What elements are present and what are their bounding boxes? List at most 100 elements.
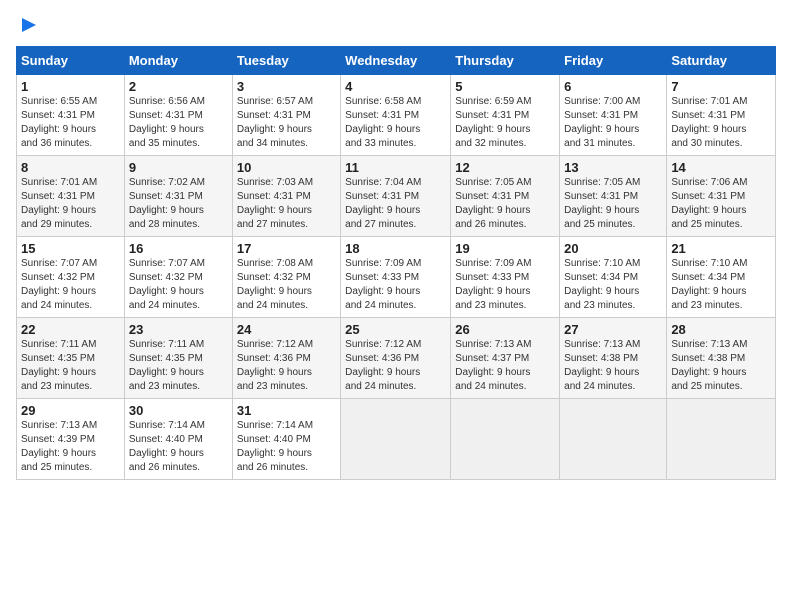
day-info: Sunrise: 7:00 AM Sunset: 4:31 PM Dayligh… (564, 95, 662, 151)
calendar-cell: 27Sunrise: 7:13 AM Sunset: 4:38 PM Dayli… (560, 318, 667, 399)
day-info: Sunrise: 6:58 AM Sunset: 4:31 PM Dayligh… (345, 95, 446, 151)
day-number: 1 (21, 79, 120, 94)
calendar-cell: 3Sunrise: 6:57 AM Sunset: 4:31 PM Daylig… (232, 75, 340, 156)
day-info: Sunrise: 7:13 AM Sunset: 4:38 PM Dayligh… (564, 338, 662, 394)
day-info: Sunrise: 7:06 AM Sunset: 4:31 PM Dayligh… (671, 176, 771, 232)
calendar-cell: 16Sunrise: 7:07 AM Sunset: 4:32 PM Dayli… (124, 237, 232, 318)
day-info: Sunrise: 7:01 AM Sunset: 4:31 PM Dayligh… (21, 176, 120, 232)
calendar-cell (341, 399, 451, 480)
day-info: Sunrise: 6:57 AM Sunset: 4:31 PM Dayligh… (237, 95, 336, 151)
day-info: Sunrise: 6:55 AM Sunset: 4:31 PM Dayligh… (21, 95, 120, 151)
day-info: Sunrise: 7:09 AM Sunset: 4:33 PM Dayligh… (455, 257, 555, 313)
calendar-cell: 1Sunrise: 6:55 AM Sunset: 4:31 PM Daylig… (17, 75, 125, 156)
day-number: 30 (129, 403, 228, 418)
calendar-cell (560, 399, 667, 480)
day-info: Sunrise: 7:07 AM Sunset: 4:32 PM Dayligh… (129, 257, 228, 313)
logo-icon (18, 14, 40, 36)
day-info: Sunrise: 7:08 AM Sunset: 4:32 PM Dayligh… (237, 257, 336, 313)
day-info: Sunrise: 7:07 AM Sunset: 4:32 PM Dayligh… (21, 257, 120, 313)
calendar-cell: 31Sunrise: 7:14 AM Sunset: 4:40 PM Dayli… (232, 399, 340, 480)
calendar-cell: 6Sunrise: 7:00 AM Sunset: 4:31 PM Daylig… (560, 75, 667, 156)
calendar-week-row: 1Sunrise: 6:55 AM Sunset: 4:31 PM Daylig… (17, 75, 776, 156)
calendar-cell: 8Sunrise: 7:01 AM Sunset: 4:31 PM Daylig… (17, 156, 125, 237)
day-info: Sunrise: 7:13 AM Sunset: 4:39 PM Dayligh… (21, 419, 120, 475)
day-info: Sunrise: 7:11 AM Sunset: 4:35 PM Dayligh… (129, 338, 228, 394)
day-number: 5 (455, 79, 555, 94)
day-number: 23 (129, 322, 228, 337)
calendar-cell: 12Sunrise: 7:05 AM Sunset: 4:31 PM Dayli… (451, 156, 560, 237)
calendar-cell: 13Sunrise: 7:05 AM Sunset: 4:31 PM Dayli… (560, 156, 667, 237)
calendar-cell: 11Sunrise: 7:04 AM Sunset: 4:31 PM Dayli… (341, 156, 451, 237)
calendar-cell: 15Sunrise: 7:07 AM Sunset: 4:32 PM Dayli… (17, 237, 125, 318)
weekday-header-friday: Friday (560, 47, 667, 75)
header (16, 16, 776, 34)
day-info: Sunrise: 7:05 AM Sunset: 4:31 PM Dayligh… (564, 176, 662, 232)
day-info: Sunrise: 7:10 AM Sunset: 4:34 PM Dayligh… (671, 257, 771, 313)
day-number: 8 (21, 160, 120, 175)
weekday-header-tuesday: Tuesday (232, 47, 340, 75)
weekday-header-monday: Monday (124, 47, 232, 75)
calendar-cell: 2Sunrise: 6:56 AM Sunset: 4:31 PM Daylig… (124, 75, 232, 156)
day-info: Sunrise: 7:04 AM Sunset: 4:31 PM Dayligh… (345, 176, 446, 232)
day-number: 21 (671, 241, 771, 256)
day-number: 12 (455, 160, 555, 175)
calendar-cell: 17Sunrise: 7:08 AM Sunset: 4:32 PM Dayli… (232, 237, 340, 318)
weekday-header-wednesday: Wednesday (341, 47, 451, 75)
day-info: Sunrise: 7:14 AM Sunset: 4:40 PM Dayligh… (129, 419, 228, 475)
day-number: 14 (671, 160, 771, 175)
day-number: 4 (345, 79, 446, 94)
calendar-cell: 7Sunrise: 7:01 AM Sunset: 4:31 PM Daylig… (667, 75, 776, 156)
calendar-cell: 4Sunrise: 6:58 AM Sunset: 4:31 PM Daylig… (341, 75, 451, 156)
day-number: 9 (129, 160, 228, 175)
day-number: 17 (237, 241, 336, 256)
calendar-cell: 22Sunrise: 7:11 AM Sunset: 4:35 PM Dayli… (17, 318, 125, 399)
day-number: 27 (564, 322, 662, 337)
calendar-table: SundayMondayTuesdayWednesdayThursdayFrid… (16, 46, 776, 480)
calendar-cell: 5Sunrise: 6:59 AM Sunset: 4:31 PM Daylig… (451, 75, 560, 156)
calendar-cell (451, 399, 560, 480)
calendar-cell: 21Sunrise: 7:10 AM Sunset: 4:34 PM Dayli… (667, 237, 776, 318)
day-info: Sunrise: 7:13 AM Sunset: 4:38 PM Dayligh… (671, 338, 771, 394)
day-number: 29 (21, 403, 120, 418)
calendar-cell: 30Sunrise: 7:14 AM Sunset: 4:40 PM Dayli… (124, 399, 232, 480)
day-info: Sunrise: 7:05 AM Sunset: 4:31 PM Dayligh… (455, 176, 555, 232)
day-number: 7 (671, 79, 771, 94)
weekday-header-row: SundayMondayTuesdayWednesdayThursdayFrid… (17, 47, 776, 75)
calendar-cell: 14Sunrise: 7:06 AM Sunset: 4:31 PM Dayli… (667, 156, 776, 237)
calendar-week-row: 15Sunrise: 7:07 AM Sunset: 4:32 PM Dayli… (17, 237, 776, 318)
weekday-header-thursday: Thursday (451, 47, 560, 75)
day-info: Sunrise: 7:02 AM Sunset: 4:31 PM Dayligh… (129, 176, 228, 232)
page-container: SundayMondayTuesdayWednesdayThursdayFrid… (0, 0, 792, 488)
calendar-cell: 28Sunrise: 7:13 AM Sunset: 4:38 PM Dayli… (667, 318, 776, 399)
calendar-cell: 25Sunrise: 7:12 AM Sunset: 4:36 PM Dayli… (341, 318, 451, 399)
day-number: 13 (564, 160, 662, 175)
weekday-header-saturday: Saturday (667, 47, 776, 75)
logo (16, 16, 40, 34)
day-number: 19 (455, 241, 555, 256)
day-number: 10 (237, 160, 336, 175)
calendar-week-row: 29Sunrise: 7:13 AM Sunset: 4:39 PM Dayli… (17, 399, 776, 480)
day-number: 2 (129, 79, 228, 94)
day-info: Sunrise: 7:11 AM Sunset: 4:35 PM Dayligh… (21, 338, 120, 394)
calendar-cell: 29Sunrise: 7:13 AM Sunset: 4:39 PM Dayli… (17, 399, 125, 480)
day-info: Sunrise: 7:14 AM Sunset: 4:40 PM Dayligh… (237, 419, 336, 475)
day-number: 22 (21, 322, 120, 337)
day-info: Sunrise: 7:01 AM Sunset: 4:31 PM Dayligh… (671, 95, 771, 151)
weekday-header-sunday: Sunday (17, 47, 125, 75)
day-number: 18 (345, 241, 446, 256)
calendar-cell (667, 399, 776, 480)
calendar-cell: 24Sunrise: 7:12 AM Sunset: 4:36 PM Dayli… (232, 318, 340, 399)
day-info: Sunrise: 7:12 AM Sunset: 4:36 PM Dayligh… (345, 338, 446, 394)
day-info: Sunrise: 7:13 AM Sunset: 4:37 PM Dayligh… (455, 338, 555, 394)
calendar-cell: 19Sunrise: 7:09 AM Sunset: 4:33 PM Dayli… (451, 237, 560, 318)
calendar-cell: 26Sunrise: 7:13 AM Sunset: 4:37 PM Dayli… (451, 318, 560, 399)
day-number: 15 (21, 241, 120, 256)
day-number: 3 (237, 79, 336, 94)
day-number: 24 (237, 322, 336, 337)
day-number: 11 (345, 160, 446, 175)
day-info: Sunrise: 6:56 AM Sunset: 4:31 PM Dayligh… (129, 95, 228, 151)
day-info: Sunrise: 7:12 AM Sunset: 4:36 PM Dayligh… (237, 338, 336, 394)
day-info: Sunrise: 6:59 AM Sunset: 4:31 PM Dayligh… (455, 95, 555, 151)
day-info: Sunrise: 7:10 AM Sunset: 4:34 PM Dayligh… (564, 257, 662, 313)
day-info: Sunrise: 7:03 AM Sunset: 4:31 PM Dayligh… (237, 176, 336, 232)
